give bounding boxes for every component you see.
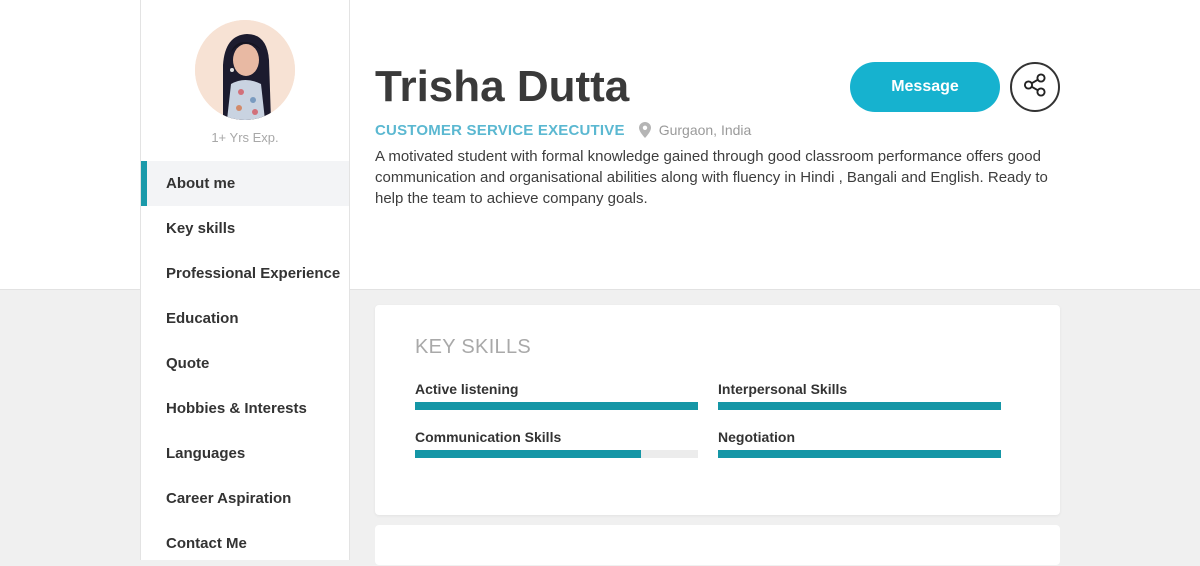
- key-skills-heading: KEY SKILLS: [415, 336, 532, 358]
- skill-label: Interpersonal Skills: [718, 381, 848, 397]
- skill-bar-fill: [718, 402, 1001, 410]
- sidebar-item-education[interactable]: Education: [141, 296, 349, 341]
- profile-name: Trisha Dutta: [375, 62, 630, 111]
- skill-item: Communication Skills: [415, 428, 698, 458]
- sidebar-item-languages[interactable]: Languages: [141, 431, 349, 476]
- experience-label: 1+ Yrs Exp.: [211, 130, 279, 145]
- sidebar-item-hobbies-interests[interactable]: Hobbies & Interests: [141, 386, 349, 431]
- sidebar-item-contact-me[interactable]: Contact Me: [141, 521, 349, 566]
- share-button[interactable]: [1010, 62, 1060, 112]
- skill-label: Negotiation: [718, 429, 795, 445]
- skill-item: Negotiation: [718, 428, 1001, 458]
- skill-bar-fill: [415, 450, 642, 458]
- sidebar-item-professional-experience[interactable]: Professional Experience: [141, 251, 349, 296]
- key-skills-card: KEY SKILLS Active listening Interpersona…: [375, 305, 1060, 515]
- sidebar-item-about-me[interactable]: About me: [141, 161, 349, 206]
- location-pin-icon: [638, 122, 651, 138]
- profile-bio: A motivated student with formal knowledg…: [375, 148, 1048, 207]
- sidebar-item-career-aspiration[interactable]: Career Aspiration: [141, 476, 349, 521]
- skill-bar-fill: [415, 402, 698, 410]
- skill-label: Active listening: [415, 381, 519, 397]
- sidebar-nav: About me Key skills Professional Experie…: [141, 161, 349, 566]
- skill-bar-track: [718, 450, 1001, 458]
- share-icon: [1022, 72, 1048, 103]
- avatar: [195, 20, 295, 120]
- skill-bar-fill: [718, 450, 1001, 458]
- skill-bar-track: [415, 450, 698, 458]
- skill-bar-track: [718, 402, 1001, 410]
- sidebar-item-key-skills[interactable]: Key skills: [141, 206, 349, 251]
- skill-label: Communication Skills: [415, 429, 562, 445]
- title-row: CUSTOMER SERVICE EXECUTIVE Gurgaon, Indi…: [375, 120, 751, 140]
- job-title: CUSTOMER SERVICE EXECUTIVE: [375, 121, 625, 139]
- sidebar-item-quote[interactable]: Quote: [141, 341, 349, 386]
- sidebar: 1+ Yrs Exp. About me Key skills Professi…: [140, 0, 350, 560]
- skill-item: Active listening: [415, 380, 698, 410]
- message-button[interactable]: Message: [850, 62, 1000, 112]
- skill-item: Interpersonal Skills: [718, 380, 1001, 410]
- skill-bar-track: [415, 402, 698, 410]
- location-text: Gurgaon, India: [658, 122, 752, 138]
- next-section-card: [375, 525, 1060, 565]
